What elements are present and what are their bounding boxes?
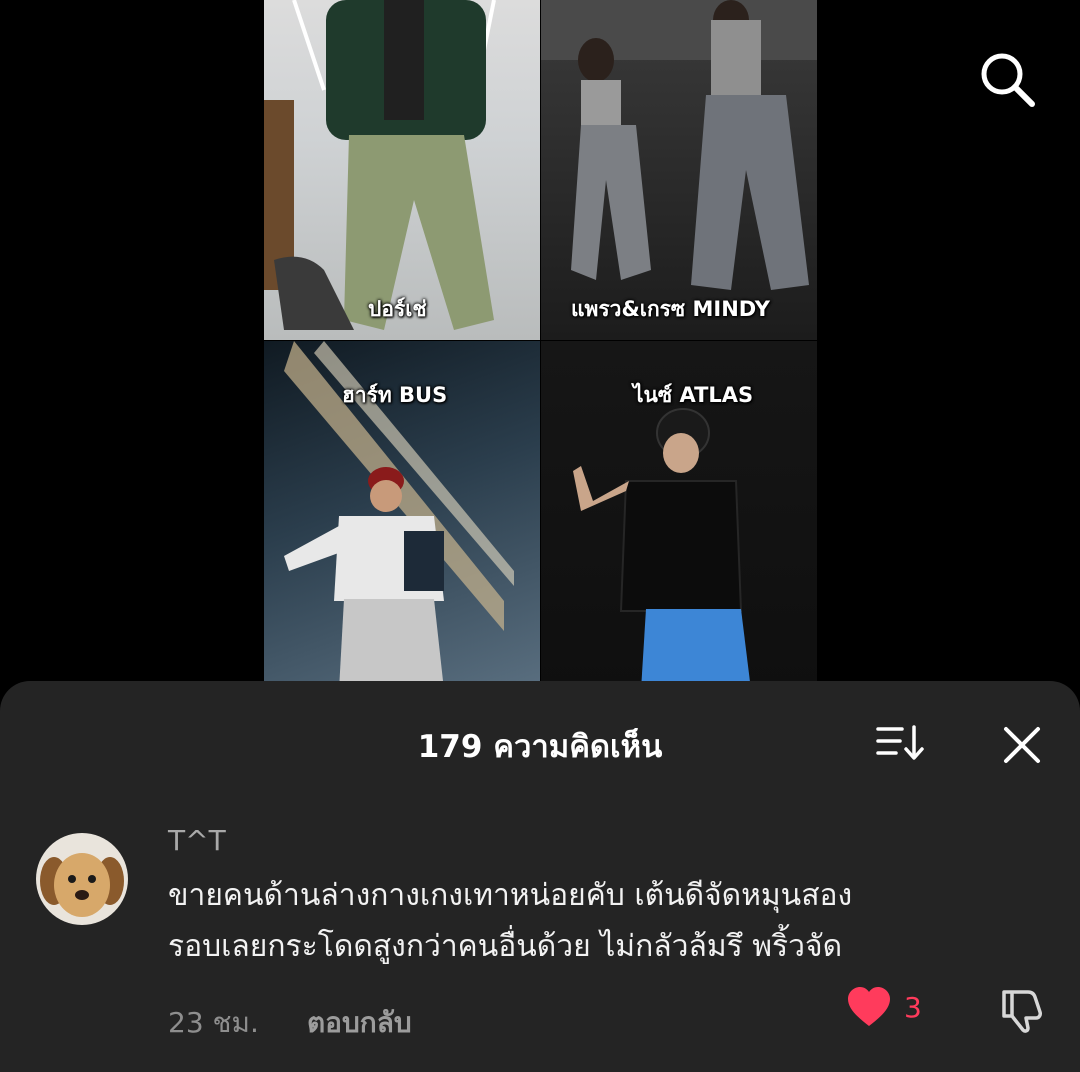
- dislike-button[interactable]: [998, 986, 1048, 1034]
- dancer-figure: [541, 0, 817, 290]
- close-icon: [1004, 727, 1040, 763]
- video-tile-2: แพรว&เกรซ MINDY: [541, 0, 817, 340]
- close-button[interactable]: [1000, 723, 1044, 767]
- search-icon: [981, 53, 1035, 107]
- sort-button[interactable]: [876, 723, 924, 763]
- reply-button[interactable]: ตอบกลับ: [307, 1001, 412, 1045]
- comment-text: ขายคนด้านล่างกางเกงเทาหน่อยคับ เต้นดีจัด…: [168, 870, 1048, 972]
- heart-icon: [848, 987, 890, 1026]
- avatar[interactable]: [36, 833, 128, 925]
- video-caption: ปอร์เช่: [368, 297, 427, 321]
- video-tile-4: ไนซ์ ATLAS: [541, 341, 817, 690]
- video-tile-1: ปอร์เช่: [264, 0, 540, 340]
- dancer-figure: [264, 0, 496, 330]
- video-caption: ฮาร์ท BUS: [342, 383, 448, 407]
- comment-username[interactable]: T^T: [168, 824, 226, 857]
- comment-line: รอบเลยกระโดดสูงกว่าคนอื่นด้วย ไม่กลัวล้ม…: [168, 929, 843, 964]
- video-tile-3: ฮาร์ท BUS: [264, 341, 540, 690]
- comments-sheet: 179 ความคิดเห็น T^T ขายคนด้านล่างกางเกงเ…: [0, 681, 1080, 1072]
- like-button[interactable]: 3: [846, 986, 922, 1028]
- video-caption: ไนซ์ ATLAS: [633, 383, 754, 407]
- comment-timestamp: 23 ชม.: [168, 1006, 259, 1039]
- comment-line: ขายคนด้านล่างกางเกงเทาหน่อยคับ เต้นดีจัด…: [168, 878, 853, 913]
- sort-icon: [876, 725, 924, 760]
- video-collage: ปอร์เช่ แพรว&เกรซ MINDY ฮาร์ท BUS ไนซ์ A…: [264, 0, 817, 690]
- search-button[interactable]: [976, 48, 1038, 110]
- video-player[interactable]: ปอร์เช่ แพรว&เกรซ MINDY ฮาร์ท BUS ไนซ์ A…: [0, 0, 1080, 700]
- puppy-avatar-image: [36, 833, 128, 925]
- like-count: 3: [904, 990, 922, 1024]
- video-caption: แพรว&เกรซ MINDY: [571, 297, 770, 321]
- thumbs-down-icon: [1002, 990, 1042, 1033]
